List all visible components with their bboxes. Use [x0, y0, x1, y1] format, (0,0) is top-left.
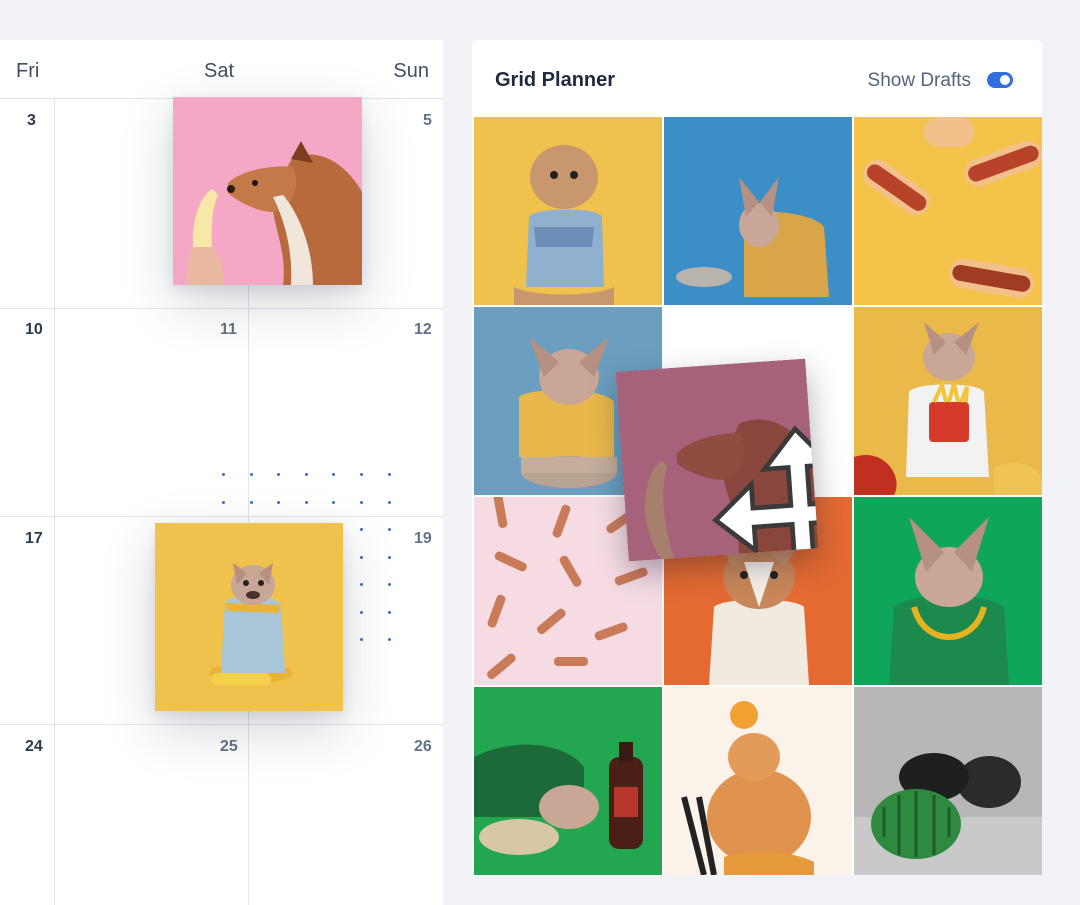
grid-tile[interactable] [474, 117, 662, 305]
frenchie-fries-yellow [854, 307, 1042, 495]
show-drafts-label: Show Drafts [867, 70, 971, 91]
photo-grid [474, 117, 1042, 875]
terrier-watermelon [854, 687, 1042, 875]
frenchie-blue [664, 117, 852, 305]
calendar-panel: Fri Sat Sun 3 5 10 11 12 17 19 24 25 26 [0, 40, 443, 905]
scheduled-photo-frenchie[interactable] [155, 523, 343, 711]
dog-with-banana-photo [173, 97, 362, 285]
pomeranian-orange-hat [664, 687, 852, 875]
dragged-tile[interactable] [615, 358, 819, 562]
grid-tile[interactable] [474, 687, 662, 875]
grid-tile[interactable] [664, 117, 852, 305]
show-drafts-toggle[interactable] [987, 72, 1013, 88]
planner-title: Grid Planner [495, 69, 616, 91]
grid-tile[interactable] [854, 117, 1042, 305]
scheduled-photo-banana-dog[interactable] [173, 97, 362, 285]
poodle-mix-yellow [474, 117, 662, 305]
hotdogs-yellow [854, 117, 1042, 305]
french-bulldog-yellow-photo [155, 523, 343, 711]
grid-tile[interactable] [854, 687, 1042, 875]
frenchie-chocolate-green [474, 687, 662, 875]
frenchie-green-chain [854, 497, 1042, 685]
grid-planner-panel: Grid Planner Show Drafts [472, 40, 1042, 875]
grid-tile[interactable] [854, 497, 1042, 685]
toggle-knob [1000, 75, 1010, 85]
grid-tile[interactable] [854, 307, 1042, 495]
move-icon [712, 425, 819, 562]
grid-tile[interactable] [664, 687, 852, 875]
